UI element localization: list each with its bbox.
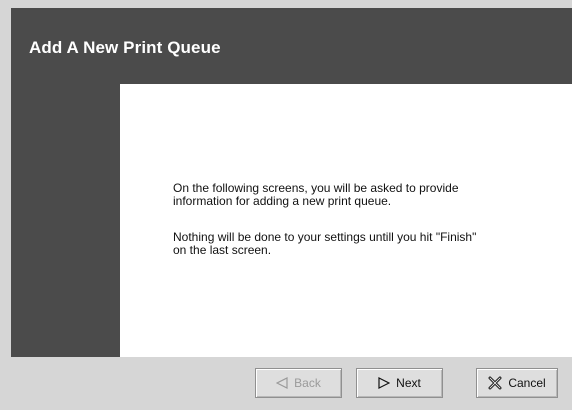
intro-paragraph: On the following screens, you will be as… [173,181,459,208]
cancel-x-icon [488,376,502,390]
right-triangle-icon [378,377,391,389]
cancel-button-label: Cancel [508,376,546,390]
next-button-label: Next [396,376,421,390]
back-button-label: Back [294,376,321,390]
druid-content-area: On the following screens, you will be as… [120,84,572,357]
druid-window: Add A New Print Queue On the following s… [0,0,572,410]
cancel-button[interactable]: Cancel [476,368,558,398]
next-button[interactable]: Next [356,368,443,398]
settings-notice-paragraph: Nothing will be done to your settings un… [173,230,477,257]
back-button[interactable]: Back [255,368,342,398]
left-triangle-icon [276,377,288,389]
page-title: Add A New Print Queue [29,38,221,57]
